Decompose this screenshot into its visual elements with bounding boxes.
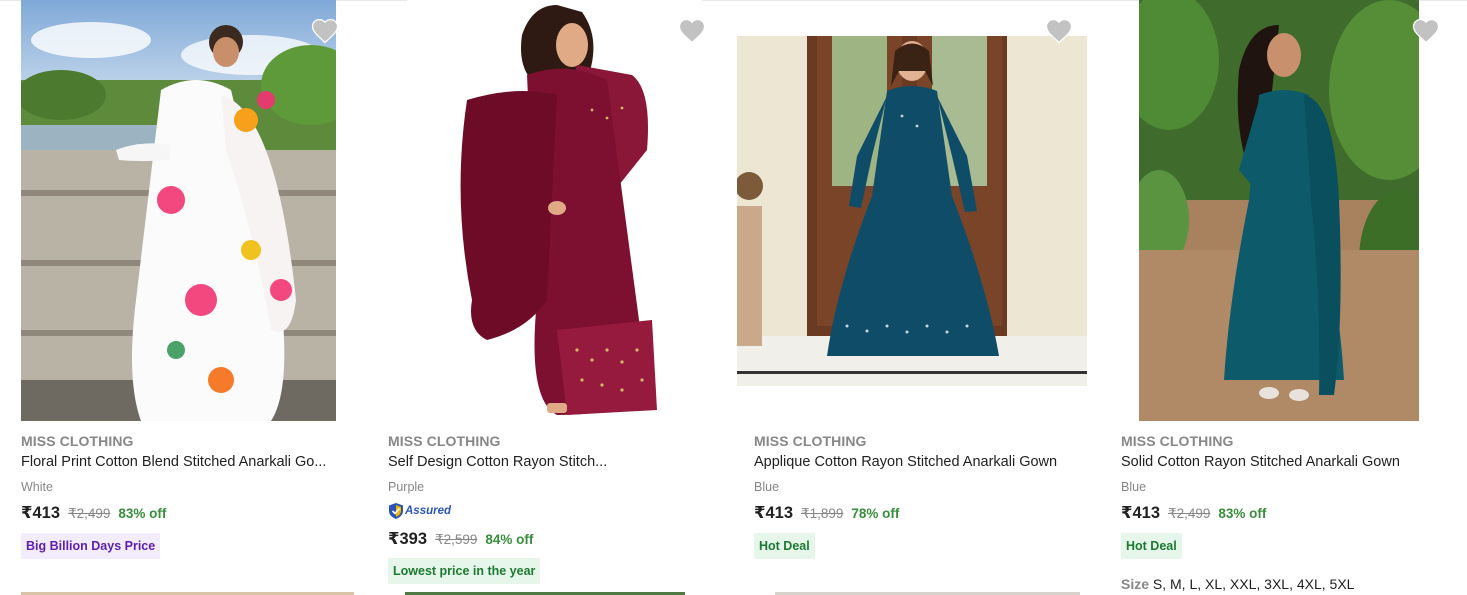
product-color: Blue bbox=[754, 480, 780, 494]
selling-price: ₹413 bbox=[1121, 504, 1161, 522]
shield-check-icon bbox=[389, 503, 403, 519]
offer-tag: Big Billion Days Price bbox=[21, 533, 161, 559]
original-price: ₹1,899 bbox=[801, 506, 844, 521]
product-color: Blue bbox=[1121, 480, 1147, 494]
assured-label: Assured bbox=[405, 505, 452, 517]
product-card[interactable]: MISS CLOTHING Solid Cotton Rayon Stitche… bbox=[1101, 0, 1467, 595]
discount-percent: 84% off bbox=[485, 532, 534, 547]
brand-name: MISS CLOTHING bbox=[21, 433, 134, 449]
product-color: Purple bbox=[388, 480, 425, 494]
available-sizes: Size S, M, L, XL, XXL, 3XL, 4XL, 5XL bbox=[1121, 576, 1354, 592]
product-title[interactable]: Floral Print Cotton Blend Stitched Anark… bbox=[21, 454, 337, 470]
price-row: ₹413 ₹1,899 78% off bbox=[754, 503, 899, 523]
selling-price: ₹393 bbox=[388, 530, 428, 548]
brand-name: MISS CLOTHING bbox=[1121, 433, 1234, 449]
offer-tag: Hot Deal bbox=[1121, 533, 1182, 559]
product-title[interactable]: Self Design Cotton Rayon Stitch... bbox=[388, 454, 618, 470]
product-image[interactable] bbox=[407, 0, 702, 421]
product-title[interactable]: Applique Cotton Rayon Stitched Anarkali … bbox=[754, 454, 1084, 470]
original-price: ₹2,599 bbox=[435, 532, 478, 547]
brand-name: MISS CLOTHING bbox=[388, 433, 501, 449]
offer-tag: Hot Deal bbox=[754, 533, 815, 559]
product-card[interactable]: MISS CLOTHING Floral Print Cotton Blend … bbox=[0, 0, 340, 595]
price-row: ₹413 ₹2,499 83% off bbox=[1121, 503, 1266, 523]
original-price: ₹2,499 bbox=[68, 506, 111, 521]
product-image[interactable] bbox=[21, 0, 336, 421]
product-image[interactable] bbox=[737, 36, 1087, 386]
product-color: White bbox=[21, 480, 53, 494]
discount-percent: 78% off bbox=[851, 506, 900, 521]
discount-percent: 83% off bbox=[1218, 506, 1267, 521]
offer-tag: Lowest price in the year bbox=[388, 558, 541, 584]
assured-badge: Assured bbox=[388, 502, 451, 520]
wishlist-heart-icon[interactable] bbox=[1411, 16, 1441, 44]
wishlist-heart-icon[interactable] bbox=[1044, 16, 1074, 44]
sizes-list: S, M, L, XL, XXL, 3XL, 4XL, 5XL bbox=[1152, 576, 1355, 592]
sizes-label: Size bbox=[1121, 576, 1150, 592]
brand-name: MISS CLOTHING bbox=[754, 433, 867, 449]
product-card[interactable]: MISS CLOTHING Applique Cotton Rayon Stit… bbox=[734, 0, 1087, 595]
original-price: ₹2,499 bbox=[1168, 506, 1211, 521]
discount-percent: 83% off bbox=[118, 506, 167, 521]
product-title[interactable]: Solid Cotton Rayon Stitched Anarkali Gow… bbox=[1121, 454, 1451, 470]
selling-price: ₹413 bbox=[754, 504, 794, 522]
product-card[interactable]: MISS CLOTHING Self Design Cotton Rayon S… bbox=[367, 0, 707, 595]
price-row: ₹393 ₹2,599 84% off bbox=[388, 529, 533, 549]
price-row: ₹413 ₹2,499 83% off bbox=[21, 503, 166, 523]
product-image[interactable] bbox=[1139, 0, 1419, 421]
wishlist-heart-icon[interactable] bbox=[677, 16, 707, 44]
wishlist-heart-icon[interactable] bbox=[310, 16, 340, 44]
selling-price: ₹413 bbox=[21, 504, 61, 522]
